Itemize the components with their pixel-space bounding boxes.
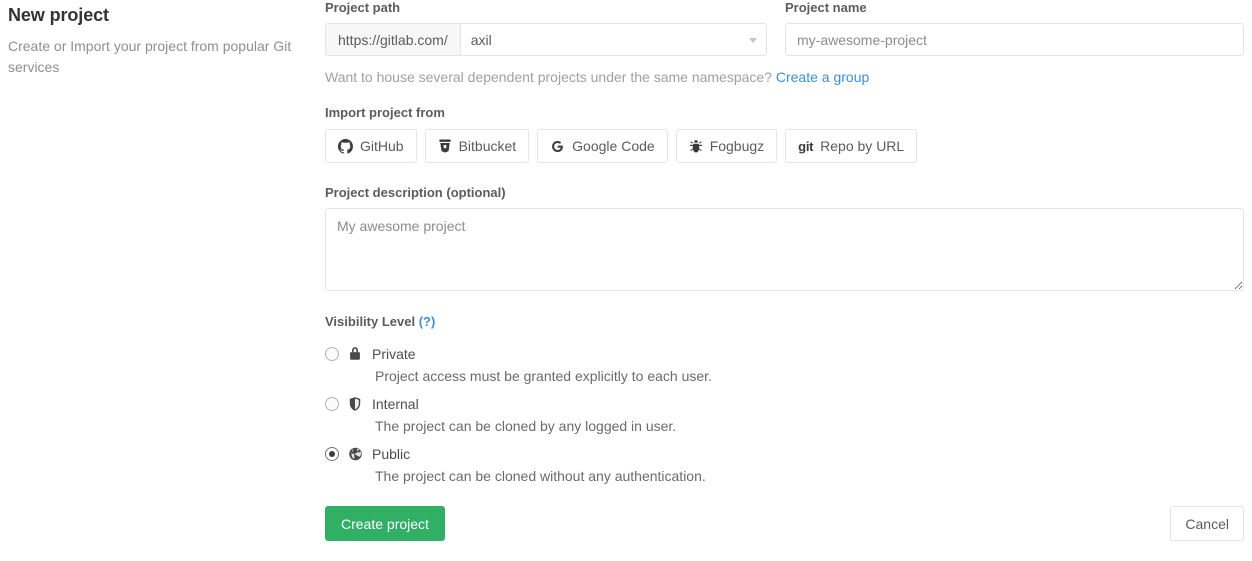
visibility-option-public[interactable]: Public The project can be cloned without… bbox=[325, 444, 1244, 486]
project-description-textarea[interactable] bbox=[325, 208, 1244, 291]
new-project-page: New project Create or Import your projec… bbox=[0, 0, 1252, 561]
intro-panel: New project Create or Import your projec… bbox=[8, 4, 308, 78]
globe-icon bbox=[348, 446, 363, 462]
import-bitbucket-button[interactable]: Bitbucket bbox=[424, 129, 530, 163]
project-name-group: Project name bbox=[785, 0, 1244, 56]
project-description-label: Project description (optional) bbox=[325, 185, 506, 200]
import-project-section: Import project from GitHub Bitbucket Goo… bbox=[325, 105, 1244, 163]
cancel-button[interactable]: Cancel bbox=[1170, 506, 1244, 541]
path-and-name-row: Project path https://gitlab.com/ axil Pr… bbox=[325, 0, 1244, 56]
chevron-down-icon bbox=[749, 37, 757, 43]
visibility-option-header: Internal bbox=[325, 394, 1244, 414]
import-fogbugz-label: Fogbugz bbox=[709, 138, 765, 154]
page-subtitle: Create or Import your project from popul… bbox=[8, 38, 292, 75]
git-icon: git bbox=[798, 138, 814, 154]
project-path-prefix: https://gitlab.com/ bbox=[325, 23, 460, 56]
import-project-label: Import project from bbox=[325, 105, 445, 120]
radio-private[interactable] bbox=[325, 347, 339, 361]
visibility-option-description: The project can be cloned without any au… bbox=[375, 468, 706, 484]
visibility-level-section: Visibility Level (?) Private Project acc… bbox=[325, 314, 1244, 486]
visibility-option-internal[interactable]: Internal The project can be cloned by an… bbox=[325, 394, 1244, 436]
project-name-input[interactable] bbox=[785, 23, 1244, 56]
visibility-option-description: The project can be cloned by any logged … bbox=[375, 418, 677, 434]
bug-icon bbox=[689, 139, 703, 154]
radio-internal[interactable] bbox=[325, 397, 339, 411]
visibility-option-name: Private bbox=[372, 346, 416, 362]
visibility-option-private[interactable]: Private Project access must be granted e… bbox=[325, 344, 1244, 386]
lock-icon bbox=[348, 346, 363, 362]
visibility-help-link[interactable]: (?) bbox=[419, 314, 436, 329]
import-google-code-button[interactable]: Google Code bbox=[537, 129, 668, 163]
import-repo-by-url-button[interactable]: git Repo by URL bbox=[785, 129, 918, 163]
visibility-option-name: Internal bbox=[372, 396, 419, 412]
visibility-option-name: Public bbox=[372, 446, 411, 462]
google-icon bbox=[550, 139, 565, 154]
shield-icon bbox=[348, 396, 363, 412]
project-name-label: Project name bbox=[785, 0, 867, 15]
import-google-code-label: Google Code bbox=[572, 138, 655, 154]
import-buttons-row: GitHub Bitbucket Google Code Fogbugz git… bbox=[325, 129, 1244, 163]
form-actions: Create project Cancel bbox=[325, 506, 1244, 542]
project-path-group: Project path https://gitlab.com/ axil bbox=[325, 0, 767, 56]
new-project-form: Project path https://gitlab.com/ axil Pr… bbox=[325, 0, 1244, 542]
page-title: New project bbox=[8, 5, 109, 25]
import-github-label: GitHub bbox=[360, 138, 404, 154]
radio-public[interactable] bbox=[325, 447, 339, 461]
project-description-group: Project description (optional) bbox=[325, 185, 1244, 291]
project-path-label: Project path bbox=[325, 0, 401, 15]
visibility-option-header: Public bbox=[325, 444, 1244, 464]
import-fogbugz-button[interactable]: Fogbugz bbox=[675, 129, 778, 163]
create-a-group-link[interactable]: Create a group bbox=[776, 69, 869, 85]
project-path-input-group: https://gitlab.com/ axil bbox=[325, 23, 767, 56]
import-github-button[interactable]: GitHub bbox=[325, 129, 417, 163]
visibility-option-header: Private bbox=[325, 344, 1244, 364]
namespace-hint: Want to house several dependent projects… bbox=[325, 68, 1244, 86]
import-bitbucket-label: Bitbucket bbox=[458, 138, 517, 154]
github-icon bbox=[338, 138, 353, 154]
namespace-select-value: axil bbox=[470, 32, 492, 47]
namespace-hint-text: Want to house several dependent projects… bbox=[325, 69, 772, 85]
create-project-button[interactable]: Create project bbox=[325, 506, 445, 541]
import-repo-by-url-label: Repo by URL bbox=[820, 138, 905, 154]
visibility-level-title: Visibility Level bbox=[325, 314, 416, 329]
visibility-option-description: Project access must be granted explicitl… bbox=[375, 368, 712, 384]
namespace-select[interactable]: axil bbox=[459, 23, 767, 56]
bitbucket-icon bbox=[438, 138, 452, 154]
visibility-level-label: Visibility Level (?) bbox=[325, 314, 1244, 330]
visibility-options-list: Private Project access must be granted e… bbox=[325, 344, 1244, 486]
